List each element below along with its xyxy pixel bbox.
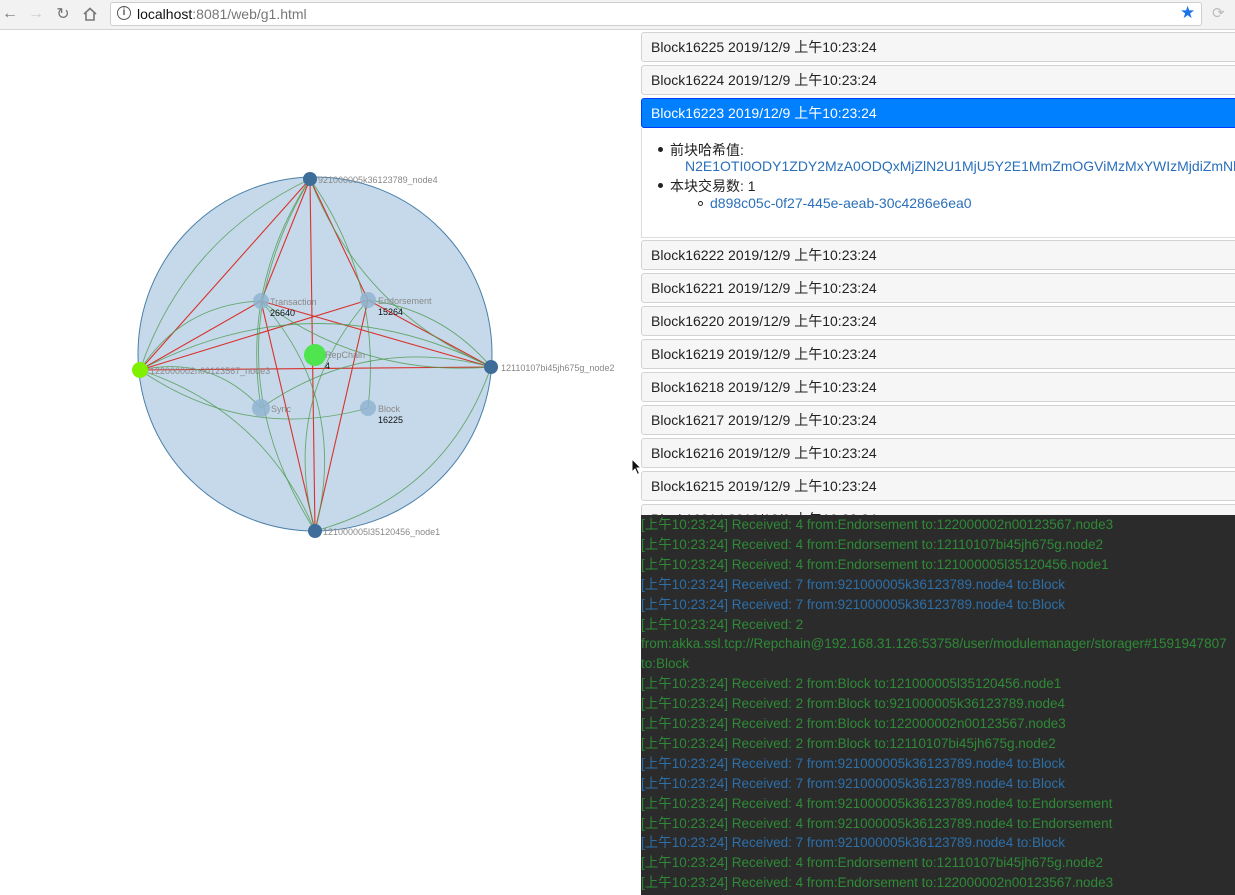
console-line: [上午10:23:24] Received: 7 from:921000005k… [641, 596, 1066, 612]
console-line: [上午10:23:24] Received: 7 from:921000005k… [641, 576, 1066, 592]
block-list-item[interactable]: Block16217 2019/12/9 上午10:23:24 [641, 405, 1235, 435]
graph-node-label: Endorsement [378, 296, 432, 306]
address-bar[interactable]: i localhost:8081/web/g1.html [110, 2, 1202, 26]
graph-node-node2[interactable] [484, 360, 498, 374]
console-line: from:akka.ssl.tcp://Repchain@192.168.31.… [641, 636, 1227, 652]
block-list-item[interactable]: Block16225 2019/12/9 上午10:23:24 [641, 32, 1235, 62]
console-log: [上午10:23:24] Received: 4 from:Endorsemen… [641, 515, 1235, 895]
forward-arrow-icon[interactable]: → [26, 4, 46, 24]
home-icon[interactable] [80, 4, 100, 24]
graph-node-label: Transaction [270, 297, 317, 307]
console-line: [上午10:23:24] Received: 4 from:921000005k… [641, 795, 1113, 811]
console-line: [上午10:23:24] Received: 4 from:Endorsemen… [641, 556, 1109, 572]
console-line: [上午10:23:24] Received: 2 from:Block to:1… [641, 676, 1062, 692]
console-line: [上午10:23:24] Received: 2 from:Block to:1… [641, 716, 1066, 731]
url-text: localhost:8081/web/g1.html [137, 6, 307, 22]
graph-node-block[interactable] [360, 400, 376, 416]
back-arrow-icon[interactable]: ← [0, 4, 20, 24]
console-line: [上午10:23:24] Received: 7 from:921000005k… [641, 835, 1066, 851]
console-line: [上午10:23:24] Received: 4 from:Endorsemen… [641, 517, 1114, 532]
browser-toolbar: ← → ↻ i localhost:8081/web/g1.html ★ ⟳ [0, 0, 1235, 30]
extension-icon[interactable]: ⟳ [1212, 4, 1225, 22]
block-list-item[interactable]: Block16220 2019/12/9 上午10:23:24 [641, 306, 1235, 336]
tx-count-label: 本块交易数: 1 [658, 178, 756, 194]
block-list-item[interactable]: Block16221 2019/12/9 上午10:23:24 [641, 273, 1235, 303]
graph-node-node4[interactable] [303, 172, 317, 186]
prev-hash-label: 前块哈希值: [658, 142, 744, 158]
graph-node-sync[interactable] [252, 399, 270, 417]
graph-node-count: 15264 [378, 307, 403, 317]
graph-node-endorsement[interactable] [360, 292, 376, 308]
block-list-item[interactable]: Block16214 2019/12/9 上午10:23:24 [641, 504, 1235, 515]
graph-node-label: Sync [271, 404, 292, 414]
block-detail-panel: 前块哈希值: N2E1OTI0ODY1ZDY2MzA0ODQxMjZlN2U1M… [641, 128, 1235, 238]
tx-id-link[interactable]: d898c05c-0f27-445e-aeab-30c4286e6ea0 [698, 195, 972, 211]
block-list-item[interactable]: Block16215 2019/12/9 上午10:23:24 [641, 471, 1235, 501]
graph-node-count: 26640 [270, 308, 295, 318]
block-list-item[interactable]: Block16219 2019/12/9 上午10:23:24 [641, 339, 1235, 369]
graph-node-label: 921000005k36123789_node4 [318, 175, 438, 185]
block-list-item[interactable]: Block16222 2019/12/9 上午10:23:24 [641, 240, 1235, 270]
graph-node-label: 121000005l35120456_node1 [323, 527, 440, 537]
graph-node-label: 12110107bi45jh675g_node2 [501, 363, 614, 373]
console-line: [上午10:23:24] Received: 4 from:Endorsemen… [641, 875, 1114, 891]
bookmark-star-icon[interactable]: ★ [1180, 3, 1195, 23]
graph-node-label: 122000002n00123567_node3 [150, 366, 270, 376]
block-list: 前块哈希值: N2E1OTI0ODY1ZDY2MzA0ODQxMjZlN2U1M… [641, 30, 1235, 515]
console-line: [上午10:23:24] Received: 4 from:Endorsemen… [641, 855, 1104, 871]
block-list-item[interactable]: Block16224 2019/12/9 上午10:23:24 [641, 65, 1235, 95]
reload-icon[interactable]: ↻ [53, 4, 73, 24]
console-line: [上午10:23:24] Received: 4 from:Endorsemen… [641, 536, 1104, 552]
console-line: [上午10:23:24] Received: 2 from:Block to:9… [641, 696, 1066, 712]
graph-node-count: 4 [325, 361, 330, 371]
graph-node-repchain[interactable] [304, 344, 326, 366]
block-list-item[interactable]: Block16223 2019/12/9 上午10:23:24 [641, 98, 1235, 128]
graph-node-count: 16225 [378, 415, 403, 425]
graph-node-node1[interactable] [308, 524, 322, 538]
prev-hash-value: N2E1OTI0ODY1ZDY2MzA0ODQxMjZlN2U1MjU5Y2E1… [685, 158, 1235, 174]
console-line: to:Block [641, 656, 690, 672]
console-line: [上午10:23:24] Received: 7 from:921000005k… [641, 775, 1066, 791]
console-line: [上午10:23:24] Received: 7 from:921000005k… [641, 755, 1066, 771]
console-line: [上午10:23:24] Received: 4 from:921000005k… [641, 815, 1113, 831]
console-line: [上午10:23:24] Received: 2 from:Block to:1… [641, 735, 1056, 751]
mouse-cursor-icon [631, 458, 643, 476]
info-icon[interactable]: i [117, 6, 131, 20]
graph-node-label: RepChain [325, 350, 365, 360]
graph-node-transaction[interactable] [253, 293, 269, 309]
network-graph: 921000005k36123789_node4 12110107bi45jh67… [132, 172, 614, 538]
block-list-item[interactable]: Block16216 2019/12/9 上午10:23:24 [641, 438, 1235, 468]
block-list-item[interactable]: Block16218 2019/12/9 上午10:23:24 [641, 372, 1235, 402]
graph-node-label: Block [378, 404, 401, 414]
graph-node-node3[interactable] [132, 362, 148, 378]
console-line: [上午10:23:24] Received: 2 [641, 616, 804, 632]
